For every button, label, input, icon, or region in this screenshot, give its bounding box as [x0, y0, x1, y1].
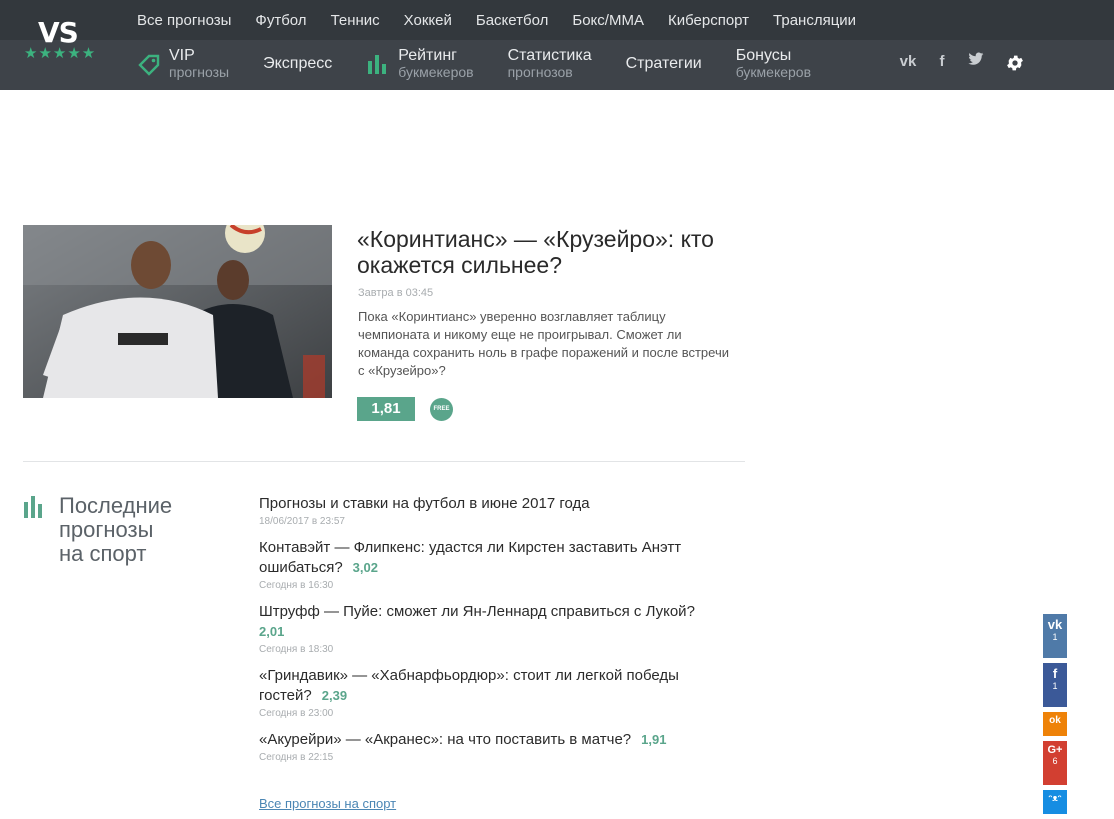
nav-esports[interactable]: Киберспорт: [668, 12, 749, 29]
subnav-express[interactable]: Экспресс: [263, 55, 332, 73]
latest-section-title: Последние прогнозы на спорт: [59, 494, 229, 566]
share-ok-button[interactable]: ok: [1043, 712, 1067, 736]
subnav-strategies-title: Стратегии: [625, 55, 702, 72]
section-nav: VIP прогнозы Экспресс Рейтинг букмекеров…: [137, 42, 845, 86]
latest-title-line: на спорт: [59, 541, 147, 566]
subnav-strategies[interactable]: Стратегии: [626, 55, 702, 73]
featured-image[interactable]: [23, 225, 332, 398]
share-count: 1: [1052, 681, 1058, 691]
nav-football[interactable]: Футбол: [255, 12, 306, 29]
latest-title-line: Последние: [59, 493, 173, 518]
item-title[interactable]: Контавэйт — Флипкенс: удастся ли Кирстен…: [259, 539, 681, 576]
mailru-icon: ᵔᴥᵔ: [1048, 793, 1062, 803]
subnav-rating-title: Рейтинг: [398, 47, 457, 64]
share-count: 1: [1052, 632, 1058, 642]
item-date: 18/06/2017 в 23:57: [259, 516, 345, 527]
item-date: Сегодня в 23:00: [259, 708, 334, 719]
header-social: vk f: [899, 52, 1001, 70]
free-badge: FREE: [430, 398, 453, 421]
featured-title[interactable]: «Коринтианс» — «Крузейро»: кто окажется …: [357, 226, 757, 278]
nav-basketball[interactable]: Баскетбол: [476, 12, 549, 29]
share-gplus-button[interactable]: G+ 6: [1043, 741, 1067, 785]
subnav-bonuses-title: Бонусы: [735, 47, 792, 64]
nav-broadcasts[interactable]: Трансляции: [773, 12, 856, 29]
nav-hockey[interactable]: Хоккей: [404, 12, 452, 29]
share-mailru-button[interactable]: ᵔᴥᵔ: [1043, 790, 1067, 814]
featured-description: Пока «Коринтианс» уверенно возглавляет т…: [358, 309, 729, 378]
item-title[interactable]: «Акурейри» — «Акранес»: на что поставить…: [259, 731, 631, 748]
subnav-vip-sub: прогнозы: [169, 64, 230, 80]
subnav-bonuses-sub: букмекеров: [735, 64, 812, 80]
item-title[interactable]: Штруфф — Пуйе: сможет ли Ян-Леннард спра…: [259, 603, 695, 620]
share-vk-button[interactable]: vk 1: [1043, 614, 1067, 658]
subnav-bonuses[interactable]: Бонусы букмекеров: [735, 47, 812, 81]
nav-all-predictions[interactable]: Все прогнозы: [137, 12, 231, 29]
share-count: 6: [1052, 756, 1058, 766]
divider: [23, 461, 745, 462]
facebook-icon[interactable]: f: [933, 53, 951, 70]
item-odds: 2,39: [321, 688, 348, 703]
item-date: Сегодня в 16:30: [259, 580, 334, 591]
list-item[interactable]: «Гриндавик» — «Хабнарфьордюр»: стоит ли …: [259, 666, 729, 720]
subnav-stats-sub: прогнозов: [507, 64, 573, 80]
vk-icon: vk: [1047, 617, 1063, 632]
featured-date: Завтра в 03:45: [358, 287, 434, 299]
list-item[interactable]: «Акурейри» — «Акранес»: на что поставить…: [259, 730, 729, 764]
bar-chart-icon: [23, 494, 47, 523]
list-item[interactable]: Штруфф — Пуйе: сможет ли Ян-Леннард спра…: [259, 602, 729, 656]
share-facebook-button[interactable]: f 1: [1043, 663, 1067, 707]
subnav-vip-title: VIP: [169, 47, 195, 64]
google-plus-icon: G+: [1047, 744, 1063, 756]
page: VS ★★★★★ Все прогнозы Футбол Теннис Хокк…: [0, 0, 1114, 819]
bar-chart-icon: [366, 52, 390, 76]
item-odds: 2,01: [259, 624, 285, 639]
all-predictions-link[interactable]: Все прогнозы на спорт: [259, 796, 396, 811]
item-title[interactable]: Прогнозы и ставки на футбол в июне 2017 …: [259, 495, 590, 512]
subnav-rating-sub: букмекеров: [398, 64, 474, 80]
latest-title-line: прогнозы: [59, 517, 154, 542]
vk-icon[interactable]: vk: [899, 53, 917, 70]
tag-icon: [137, 52, 161, 76]
subnav-rating[interactable]: Рейтинг букмекеров: [366, 47, 474, 80]
odnoklassniki-icon: ok: [1049, 715, 1061, 726]
item-date: Сегодня в 18:30: [259, 644, 334, 655]
sport-nav: Все прогнозы Футбол Теннис Хоккей Баскет…: [137, 0, 880, 40]
list-item[interactable]: Контавэйт — Флипкенс: удастся ли Кирстен…: [259, 538, 729, 592]
nav-boxing-mma[interactable]: Бокс/MMA: [572, 12, 644, 29]
subnav-express-title: Экспресс: [263, 55, 333, 72]
subnav-vip[interactable]: VIP прогнозы: [137, 48, 229, 80]
latest-predictions-list: Прогнозы и ставки на футбол в июне 2017 …: [259, 494, 729, 774]
item-date: Сегодня в 22:15: [259, 752, 334, 763]
item-odds: 1,91: [641, 732, 667, 747]
site-header: VS ★★★★★ Все прогнозы Футбол Теннис Хокк…: [0, 0, 1114, 90]
item-odds: 3,02: [352, 560, 378, 575]
gear-icon[interactable]: [1005, 53, 1025, 73]
logo-stars: ★★★★★: [24, 45, 97, 62]
featured-odds-badge[interactable]: 1,81: [357, 397, 415, 421]
list-item[interactable]: Прогнозы и ставки на футбол в июне 2017 …: [259, 494, 729, 528]
subnav-stats[interactable]: Статистика прогнозов: [507, 47, 592, 81]
site-logo[interactable]: VS ★★★★★: [22, 10, 112, 74]
twitter-icon[interactable]: [967, 52, 985, 70]
facebook-icon: f: [1052, 666, 1058, 681]
nav-tennis[interactable]: Теннис: [331, 12, 380, 29]
subnav-stats-title: Статистика: [507, 47, 592, 64]
